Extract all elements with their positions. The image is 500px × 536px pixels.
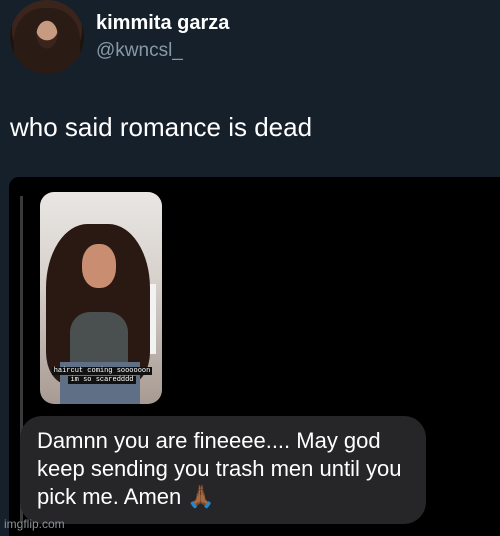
story-caption-line-2: im so scaredddd	[68, 376, 136, 384]
avatar[interactable]	[10, 0, 84, 74]
story-caption: haircut coming soooooon im so scaredddd	[46, 367, 158, 385]
story-caption-line-1: haircut coming soooooon	[51, 367, 153, 375]
message-text: Damnn you are fineeee.... May god keep s…	[37, 428, 402, 509]
story-person-face	[82, 244, 116, 288]
display-name[interactable]: kimmita garza	[96, 12, 229, 35]
avatar-image	[14, 8, 80, 74]
watermark: imgflip.com	[4, 517, 65, 531]
tweet-text: who said romance is dead	[10, 112, 313, 142]
user-handle[interactable]: @kwncsl_	[96, 40, 183, 62]
